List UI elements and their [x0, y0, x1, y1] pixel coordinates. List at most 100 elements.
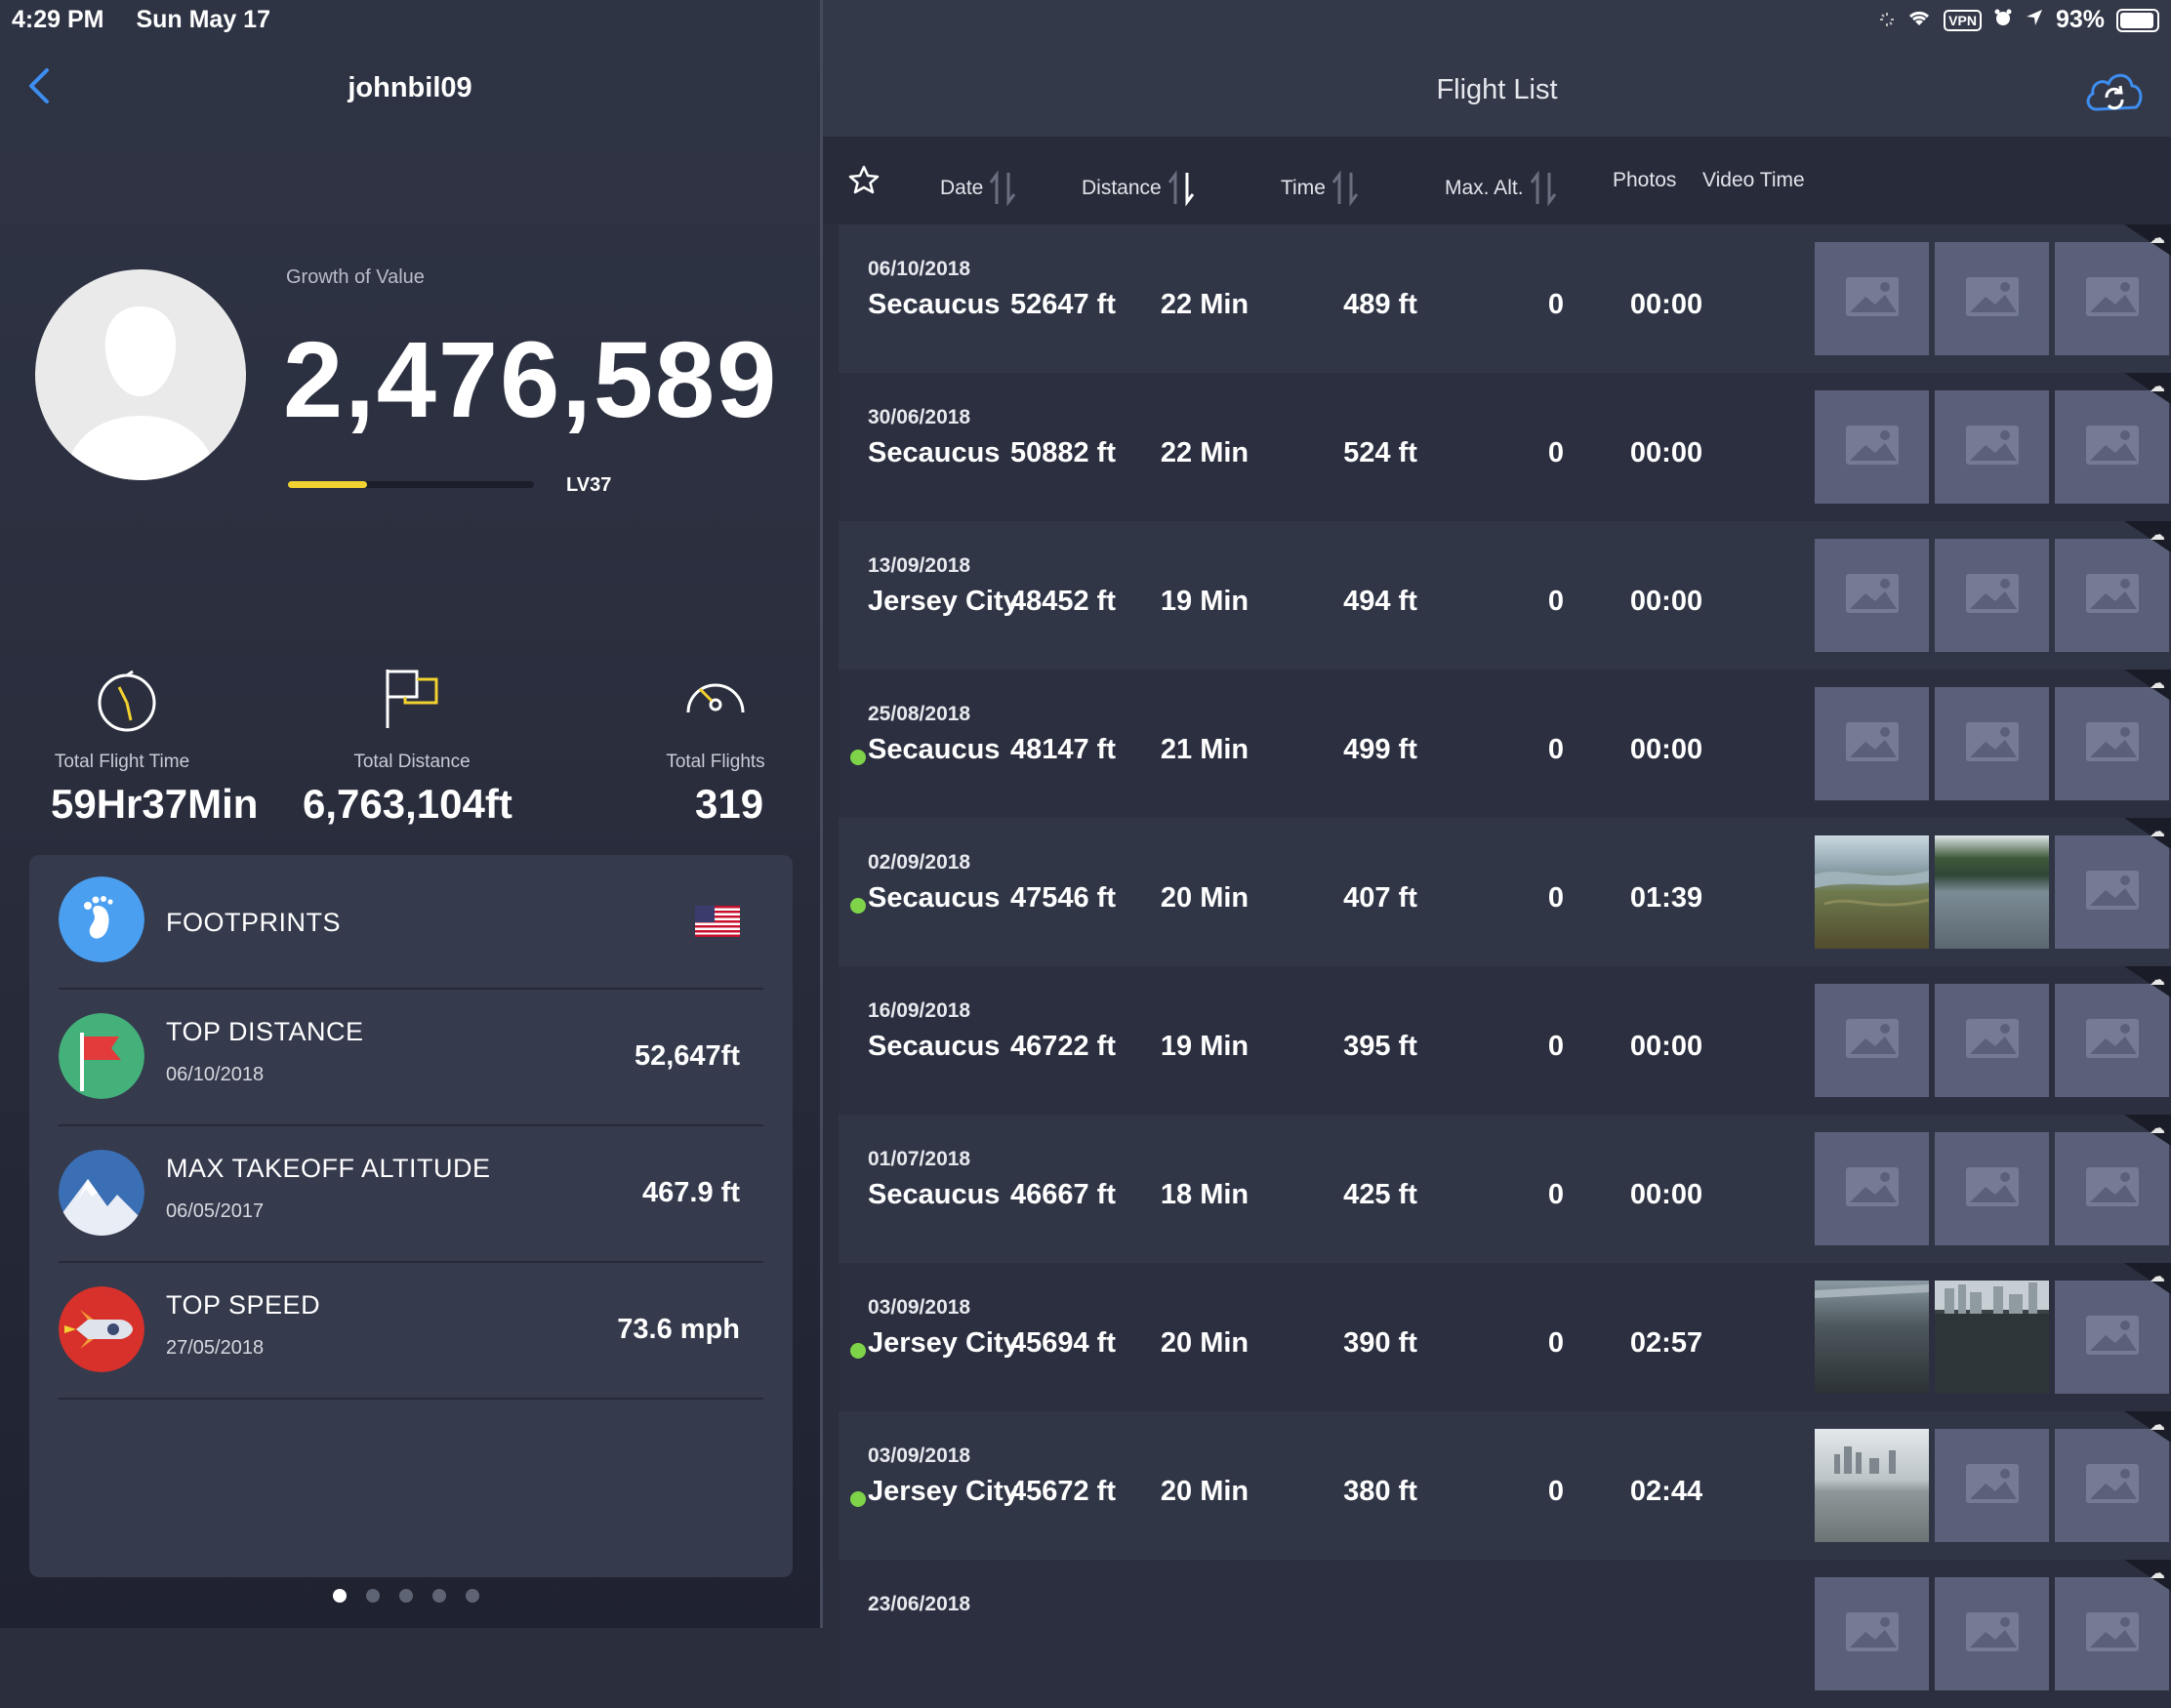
- flight-photos: 0: [1547, 586, 1565, 617]
- flight-row[interactable]: 23/06/2018 ☁: [839, 1560, 2171, 1708]
- flight-thumbnail[interactable]: [1935, 1281, 2049, 1394]
- video-status-dot: [850, 1343, 866, 1359]
- achievement-top-speed[interactable]: TOP SPEED 27/05/2018 73.6 mph: [59, 1261, 763, 1400]
- red-flag-icon: [59, 1013, 144, 1099]
- sort-distance-button[interactable]: Distance: [1082, 169, 1195, 208]
- flight-row[interactable]: 30/06/2018 Secaucus 50882 ft 22 Min 524 ft 0 0…: [839, 373, 2171, 521]
- column-max-alt: Max. Alt.: [1445, 177, 1524, 199]
- cloud-icon: ☁: [2150, 1269, 2165, 1285]
- flight-max-alt: 395 ft: [1343, 1031, 1417, 1062]
- flight-thumbnail[interactable]: [1935, 390, 2049, 504]
- achievement-footprints[interactable]: FOOTPRINTS: [59, 855, 763, 990]
- flight-row[interactable]: 03/09/2018 Jersey City 45672 ft 20 Min 380 f…: [839, 1411, 2171, 1560]
- flight-video-time: 02:57: [1629, 1327, 1703, 1359]
- avatar[interactable]: [35, 269, 246, 480]
- flight-thumbnail[interactable]: [2055, 242, 2169, 355]
- flight-row[interactable]: 03/09/2018 Jersey City 45694 ft 20 Min 390 f…: [839, 1263, 2171, 1411]
- username-title: johnbil09: [348, 72, 472, 103]
- sort-date-button[interactable]: Date: [940, 169, 1016, 208]
- achievement-max-takeoff-altitude[interactable]: MAX TAKEOFF ALTITUDE 06/05/2017 467.9 ft: [59, 1124, 763, 1263]
- flight-thumbnail[interactable]: [1815, 1132, 1929, 1245]
- column-time: Time: [1281, 177, 1326, 199]
- flight-row[interactable]: 06/10/2018 Secaucus 52647 ft 22 Min 489 ft 0 0…: [839, 224, 2171, 373]
- flight-thumbnail[interactable]: [2055, 835, 2169, 949]
- flight-photos: 0: [1547, 1031, 1565, 1062]
- page-title: Flight List: [1436, 74, 1558, 105]
- flight-time: 19 Min: [1160, 1031, 1249, 1062]
- flight-thumbnail[interactable]: [1935, 1429, 2049, 1542]
- location-arrow-icon: [2025, 6, 2044, 34]
- cloud-sync-icon: [2086, 73, 2143, 111]
- flight-thumbnail[interactable]: [2055, 1132, 2169, 1245]
- video-status-dot: [850, 750, 866, 765]
- achievement-date: 06/05/2017: [166, 1200, 265, 1222]
- sort-max-alt-button[interactable]: Max. Alt.: [1445, 169, 1557, 208]
- flight-city: Secaucus: [868, 1031, 1001, 1062]
- flight-city: Secaucus: [868, 289, 1001, 320]
- page-dot[interactable]: [466, 1589, 479, 1603]
- sort-arrows-icon: [1530, 170, 1556, 207]
- flight-max-alt: 489 ft: [1343, 289, 1417, 320]
- favorite-filter-button[interactable]: [848, 164, 880, 195]
- cloud-sync-button[interactable]: [2081, 66, 2146, 115]
- stat-label: Total Flight Time: [54, 752, 190, 772]
- column-header-bar: Date Distance Time Max. Alt. Photos Vide…: [823, 137, 2171, 224]
- flight-thumbnail[interactable]: [1815, 1429, 1929, 1542]
- flight-thumbnail[interactable]: [2055, 539, 2169, 652]
- flight-thumbnail[interactable]: [1815, 687, 1929, 800]
- flight-thumbnail[interactable]: [1815, 539, 1929, 652]
- sort-arrows-active-icon: [1167, 170, 1194, 207]
- flight-thumbnail[interactable]: [2055, 687, 2169, 800]
- stat-label: Total Flights: [666, 752, 765, 772]
- page-dot[interactable]: [432, 1589, 446, 1603]
- flight-row[interactable]: 01/07/2018 Secaucus 46667 ft 18 Min 425 ft 0 0…: [839, 1115, 2171, 1263]
- video-status-dot: [850, 898, 866, 914]
- flight-thumbnail[interactable]: [1815, 242, 1929, 355]
- flight-video-time: 01:39: [1629, 882, 1703, 914]
- flight-thumbnail[interactable]: [2055, 1577, 2169, 1690]
- flight-thumbnail[interactable]: [1815, 984, 1929, 1097]
- flight-distance: 46722 ft: [1009, 1031, 1116, 1062]
- growth-value: 2,476,589: [283, 320, 779, 440]
- battery-icon: [2116, 8, 2159, 32]
- flight-thumbnail[interactable]: [1935, 539, 2049, 652]
- page-indicator[interactable]: [333, 1589, 479, 1603]
- flight-thumbnail[interactable]: [1935, 984, 2049, 1097]
- flight-city: Secaucus: [868, 437, 1001, 468]
- flight-thumbnail[interactable]: [1815, 1281, 1929, 1394]
- page-dot[interactable]: [399, 1589, 413, 1603]
- flight-thumbnail[interactable]: [2055, 390, 2169, 504]
- flight-row[interactable]: 02/09/2018 Secaucus 47546 ft 20 Min 407 ft 0 0…: [839, 818, 2171, 966]
- flag-icon: [386, 670, 438, 728]
- flight-thumbnail[interactable]: [2055, 1281, 2169, 1394]
- flight-time: 19 Min: [1160, 586, 1249, 617]
- flight-row[interactable]: 16/09/2018 Secaucus 46722 ft 19 Min 395 ft 0 0…: [839, 966, 2171, 1115]
- flight-distance: 47546 ft: [1009, 882, 1116, 914]
- flight-photos: 0: [1547, 1179, 1565, 1210]
- page-dot[interactable]: [333, 1589, 347, 1603]
- flight-thumbnail[interactable]: [1935, 1132, 2049, 1245]
- footprints-icon: [59, 876, 144, 962]
- flight-thumbnail[interactable]: [1935, 835, 2049, 949]
- sort-time-button[interactable]: Time: [1281, 169, 1359, 208]
- flight-thumbnail[interactable]: [1935, 242, 2049, 355]
- flight-thumbnail[interactable]: [1935, 687, 2049, 800]
- flight-row[interactable]: 13/09/2018 Jersey City 48452 ft 19 Min 494 f…: [839, 521, 2171, 670]
- flight-thumbnail[interactable]: [1815, 1577, 1929, 1690]
- column-photos: Photos: [1613, 169, 1677, 191]
- stopwatch-icon: [98, 670, 156, 732]
- flight-thumbnail[interactable]: [1815, 390, 1929, 504]
- flight-thumbnail[interactable]: [1935, 1577, 2049, 1690]
- star-outline-icon: [848, 165, 880, 194]
- flight-thumbnail[interactable]: [1815, 835, 1929, 949]
- achievement-title: FOOTPRINTS: [166, 908, 341, 937]
- achievement-top-distance[interactable]: TOP DISTANCE 06/10/2018 52,647ft: [59, 988, 763, 1126]
- flight-row[interactable]: 25/08/2018 Secaucus 48147 ft 21 Min 499 ft 0 0…: [839, 670, 2171, 818]
- flight-thumbnail[interactable]: [2055, 984, 2169, 1097]
- flight-distance: 45694 ft: [1009, 1327, 1116, 1359]
- flight-date: 16/09/2018: [868, 999, 971, 1022]
- page-dot[interactable]: [366, 1589, 380, 1603]
- column-distance: Distance: [1082, 177, 1162, 199]
- flight-thumbnail[interactable]: [2055, 1429, 2169, 1542]
- flight-date: 30/06/2018: [868, 406, 971, 428]
